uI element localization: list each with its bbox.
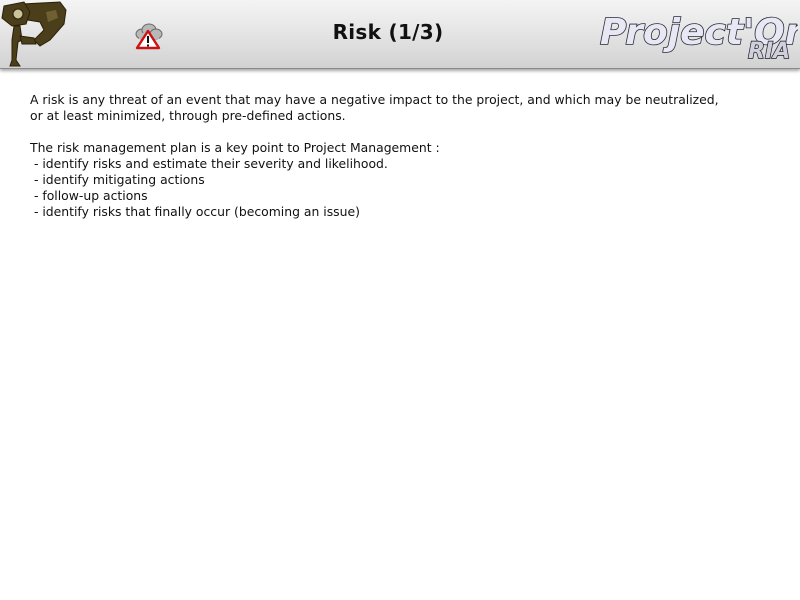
slide-body: A risk is any threat of an event that ma… bbox=[30, 92, 790, 220]
list-item: - identify mitigating actions bbox=[30, 172, 205, 187]
list-item: - identify risks and estimate their seve… bbox=[30, 156, 388, 171]
app-logo: Project'Or RIA bbox=[599, 11, 798, 65]
risk-definition-line2: or at least minimized, through pre-defin… bbox=[30, 108, 346, 123]
risk-definition-line1: A risk is any threat of an event that ma… bbox=[30, 92, 719, 107]
logo-badge-text: RIA bbox=[748, 39, 790, 64]
list-item: - identify risks that finally occur (bec… bbox=[30, 204, 360, 219]
list-item: - follow-up actions bbox=[30, 188, 148, 203]
slide-header: Risk (1/3) Project'Or RIA bbox=[0, 0, 800, 69]
plan-intro: The risk management plan is a key point … bbox=[30, 140, 440, 155]
